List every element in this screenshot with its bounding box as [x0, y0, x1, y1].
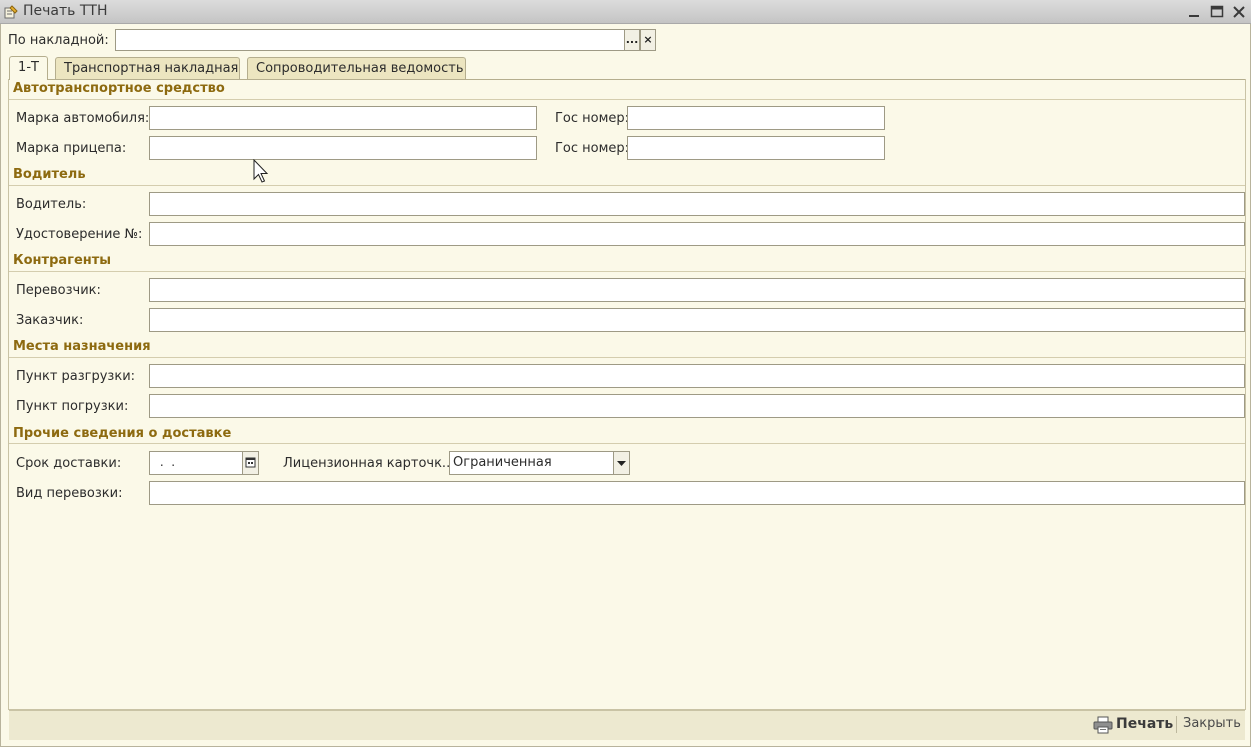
trailer-brand-input[interactable] [149, 136, 537, 160]
driver-input[interactable] [149, 192, 1245, 216]
trailer-plate-input[interactable] [627, 136, 885, 160]
group-title-other: Прочие сведения о доставке [13, 426, 232, 441]
trailer-brand-label: Марка прицепа: [16, 141, 127, 156]
window-title: Печать ТТН [23, 3, 108, 19]
group-title-vehicle: Автотранспортное средство [13, 81, 225, 96]
printer-icon [1093, 716, 1113, 734]
customer-input[interactable] [149, 308, 1245, 332]
group-divider [9, 185, 1245, 186]
tab-accompanying-statement[interactable]: Сопроводительная ведомость [247, 57, 466, 79]
loading-point-input[interactable] [149, 394, 1245, 418]
car-brand-label: Марка автомобиля: [16, 111, 150, 126]
unloading-point-input[interactable] [149, 364, 1245, 388]
transport-type-input[interactable] [149, 481, 1245, 505]
group-title-driver: Водитель [13, 167, 86, 182]
mouse-cursor-icon [253, 159, 269, 183]
driver-label: Водитель: [16, 197, 87, 212]
footer-bar [9, 710, 1245, 740]
invoice-label: По накладной: [8, 33, 109, 48]
trailer-plate-label: Гос номер: [555, 141, 630, 156]
car-brand-input[interactable] [149, 106, 537, 130]
group-divider [9, 357, 1245, 358]
group-title-destinations: Места назначения [13, 339, 151, 354]
footer-separator [1176, 716, 1177, 733]
loading-point-label: Пункт погрузки: [16, 399, 129, 414]
print-button[interactable]: Печать [1093, 714, 1173, 736]
license-card-select[interactable]: Ограниченная [449, 451, 614, 475]
license-input[interactable] [149, 222, 1245, 246]
group-divider [9, 271, 1245, 272]
close-icon[interactable] [1230, 3, 1248, 21]
unloading-point-label: Пункт разгрузки: [16, 369, 136, 384]
invoice-input[interactable] [115, 29, 625, 51]
calendar-button[interactable] [242, 451, 259, 475]
car-plate-label: Гос номер: [555, 111, 630, 126]
calendar-icon [245, 457, 256, 468]
delivery-date-input[interactable]: . . [149, 451, 243, 475]
car-plate-input[interactable] [627, 106, 885, 130]
chevron-down-icon [617, 461, 626, 466]
license-card-label: Лицензионная карточк... [283, 456, 455, 471]
maximize-icon[interactable] [1208, 3, 1226, 21]
minimize-icon[interactable] [1185, 3, 1203, 21]
tab-transport-invoice[interactable]: Транспортная накладная [55, 57, 240, 79]
tab-1t[interactable]: 1-Т [9, 56, 48, 80]
group-divider [9, 99, 1245, 100]
carrier-label: Перевозчик: [16, 283, 101, 298]
print-label: Печать [1116, 716, 1174, 732]
customer-label: Заказчик: [16, 313, 84, 328]
carrier-input[interactable] [149, 278, 1245, 302]
title-bar: Печать ТТН [0, 0, 1251, 24]
invoice-select-button[interactable]: ... [624, 29, 640, 51]
group-title-counterparties: Контрагенты [13, 253, 112, 268]
transport-type-label: Вид перевозки: [16, 486, 123, 501]
license-card-dropdown-button[interactable] [613, 451, 630, 475]
app-form-icon [4, 5, 18, 19]
delivery-date-label: Срок доставки: [16, 456, 122, 471]
close-button[interactable]: Закрыть [1183, 716, 1241, 731]
invoice-clear-button[interactable]: × [640, 29, 656, 51]
group-divider [9, 443, 1245, 444]
license-label: Удостоверение №: [16, 227, 143, 242]
